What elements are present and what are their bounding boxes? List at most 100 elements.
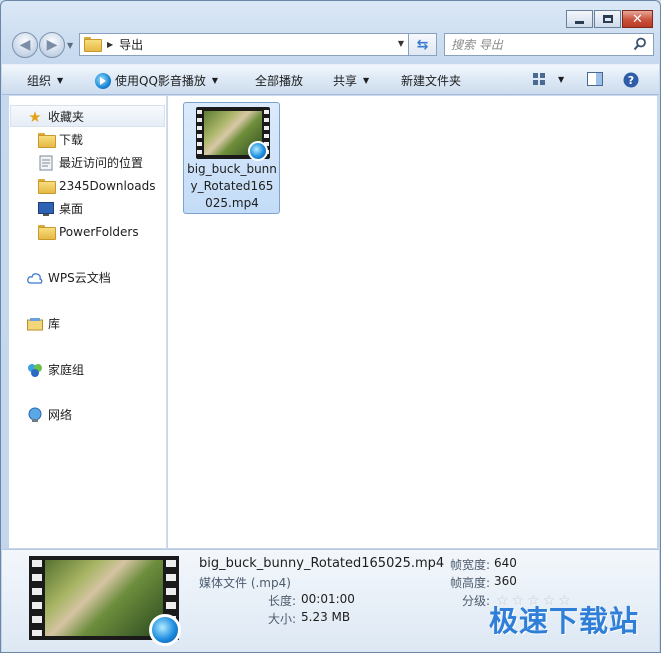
qq-player-badge-icon (248, 141, 268, 161)
sidebar-item-desktop[interactable]: 桌面 (38, 198, 83, 219)
qq-player-icon (95, 72, 111, 89)
cloud-icon (27, 270, 43, 286)
svg-text:?: ? (628, 74, 634, 87)
chevron-down-icon: ▼ (211, 76, 219, 85)
length-value[interactable]: 00:01:00 (301, 592, 355, 606)
star-icon: ★ (28, 107, 42, 126)
details-file-type: 媒体文件 (.mp4) (199, 576, 291, 590)
forward-arrow-icon: ▶ (46, 37, 58, 53)
frame-width-label: 帧宽度: (450, 558, 491, 572)
new-folder-label: 新建文件夹 (401, 74, 462, 88)
preview-pane-button[interactable] (587, 72, 603, 86)
file-item[interactable]: big_buck_bunny_Rotated165025.mp4 (183, 102, 280, 214)
share-label: 共享 (333, 74, 358, 88)
rating-label: 分级: (462, 594, 491, 608)
chevron-down-icon: ▼ (558, 74, 565, 84)
video-thumbnail (196, 107, 270, 161)
navigation-pane: ★ 收藏夹 下载 最近访问的位置 2345Downloads 桌面 PowerF… (9, 96, 167, 548)
network-icon (27, 407, 43, 423)
qq-player-badge-icon (149, 614, 181, 646)
search-icon[interactable] (633, 37, 647, 51)
maximize-button[interactable] (594, 10, 621, 28)
view-grid-icon (533, 73, 545, 85)
minimize-icon (575, 20, 584, 24)
organize-button[interactable]: 组织 ▼ (27, 72, 63, 89)
sidebar-item-homegroup[interactable]: 家庭组 (27, 359, 84, 380)
details-file-name: big_buck_bunny_Rotated165025.mp4 (199, 556, 445, 571)
details-pane: big_buck_bunny_Rotated165025.mp4 媒体文件 (.… (2, 549, 659, 652)
desktop-icon (38, 201, 54, 217)
sidebar-item-library[interactable]: 库 (27, 313, 60, 334)
length-label: 长度: (268, 594, 297, 608)
sidebar-item-label: WPS云文档 (48, 271, 111, 285)
sidebar-item-label: 最近访问的位置 (59, 156, 144, 170)
library-icon (27, 316, 43, 332)
help-button[interactable]: ? (623, 72, 639, 88)
sidebar-item-downloads[interactable]: 下载 (38, 129, 83, 150)
command-bar: 组织 ▼ 使用QQ影音播放 ▼ 全部播放 共享 ▼ 新建文件夹 ▼ ? (2, 64, 659, 95)
play-with-qq-button[interactable]: 使用QQ影音播放 ▼ (95, 72, 218, 89)
sidebar-item-label: 2345Downloads (59, 178, 156, 193)
thumbnail-image (45, 560, 163, 636)
recent-places-icon (38, 155, 54, 171)
file-name: big_buck_bunny_Rotated165025.mp4 (187, 162, 277, 210)
sidebar-item-label: PowerFolders (59, 224, 139, 239)
watermark-text: 极速下载站 (488, 604, 639, 638)
preview-pane-icon (587, 72, 603, 86)
minimize-button[interactable] (566, 10, 593, 28)
sidebar-item-2345downloads[interactable]: 2345Downloads (38, 175, 155, 196)
sidebar-item-recent[interactable]: 最近访问的位置 (38, 152, 143, 173)
play-qq-label: 使用QQ影音播放 (115, 74, 206, 88)
frame-width-value[interactable]: 640 (494, 556, 517, 570)
share-button[interactable]: 共享 ▼ (333, 72, 369, 89)
address-dropdown-icon[interactable]: ▼ (398, 39, 404, 48)
homegroup-icon (27, 362, 43, 378)
new-folder-button[interactable]: 新建文件夹 (401, 72, 461, 89)
refresh-icon: ⇆ (416, 36, 429, 53)
sidebar-item-network[interactable]: 网络 (27, 404, 72, 425)
help-icon: ? (623, 72, 639, 88)
sidebar-item-label: 家庭组 (48, 363, 85, 377)
sidebar-item-label: 网络 (48, 408, 73, 422)
frame-height-label: 帧高度: (450, 576, 491, 590)
frame-height-value[interactable]: 360 (494, 574, 517, 588)
search-input[interactable] (451, 34, 631, 55)
size-label: 大小: (268, 612, 297, 626)
film-strip-left (32, 560, 42, 636)
back-arrow-icon: ◀ (19, 37, 31, 53)
view-options-button[interactable]: ▼ (532, 72, 564, 86)
folder-icon (38, 224, 56, 240)
downloads-folder-icon (38, 132, 56, 148)
chevron-down-icon: ▼ (363, 76, 370, 85)
play-all-button[interactable]: 全部播放 (255, 72, 303, 89)
breadcrumb-separator-icon[interactable]: ▶ (107, 40, 113, 49)
details-thumbnail (29, 556, 181, 646)
sidebar-item-label: 库 (48, 317, 61, 331)
size-value[interactable]: 5.23 MB (301, 610, 350, 624)
organize-label: 组织 (27, 74, 52, 88)
sidebar-item-label: 收藏夹 (48, 110, 85, 124)
address-bar[interactable]: ▶ 导出 ▼ (79, 33, 409, 56)
folder-icon (38, 178, 56, 194)
forward-button[interactable]: ▶ (39, 32, 65, 58)
sidebar-item-powerfolders[interactable]: PowerFolders (38, 221, 139, 242)
refresh-button[interactable]: ⇆ (409, 33, 437, 56)
file-list[interactable]: big_buck_bunny_Rotated165025.mp4 (168, 96, 657, 548)
film-strip-left (197, 110, 202, 156)
sidebar-item-label: 下载 (59, 133, 84, 147)
sidebar-item-favorites[interactable]: ★ 收藏夹 (27, 106, 84, 127)
maximize-icon (602, 15, 613, 23)
play-all-label: 全部播放 (255, 74, 304, 88)
sidebar-item-label: 桌面 (59, 202, 84, 216)
back-button[interactable]: ◀ (12, 32, 38, 58)
window-controls: ✕ (566, 10, 653, 28)
breadcrumb-export[interactable]: 导出 (119, 36, 143, 53)
recent-pages-dropdown[interactable]: ▼ (67, 41, 73, 50)
close-button[interactable]: ✕ (622, 10, 653, 28)
chevron-down-icon: ▼ (57, 76, 64, 85)
sidebar-item-wps-cloud[interactable]: WPS云文档 (27, 267, 111, 288)
explorer-window: ✕ ◀ ▶ ▼ ▶ 导出 ▼ ⇆ 组织 ▼ 使用QQ影音播放 ▼ 全部播放 共享 ▼ … (0, 0, 661, 653)
folder-icon (84, 36, 102, 53)
search-box[interactable] (444, 33, 654, 56)
close-icon: ✕ (632, 11, 643, 27)
